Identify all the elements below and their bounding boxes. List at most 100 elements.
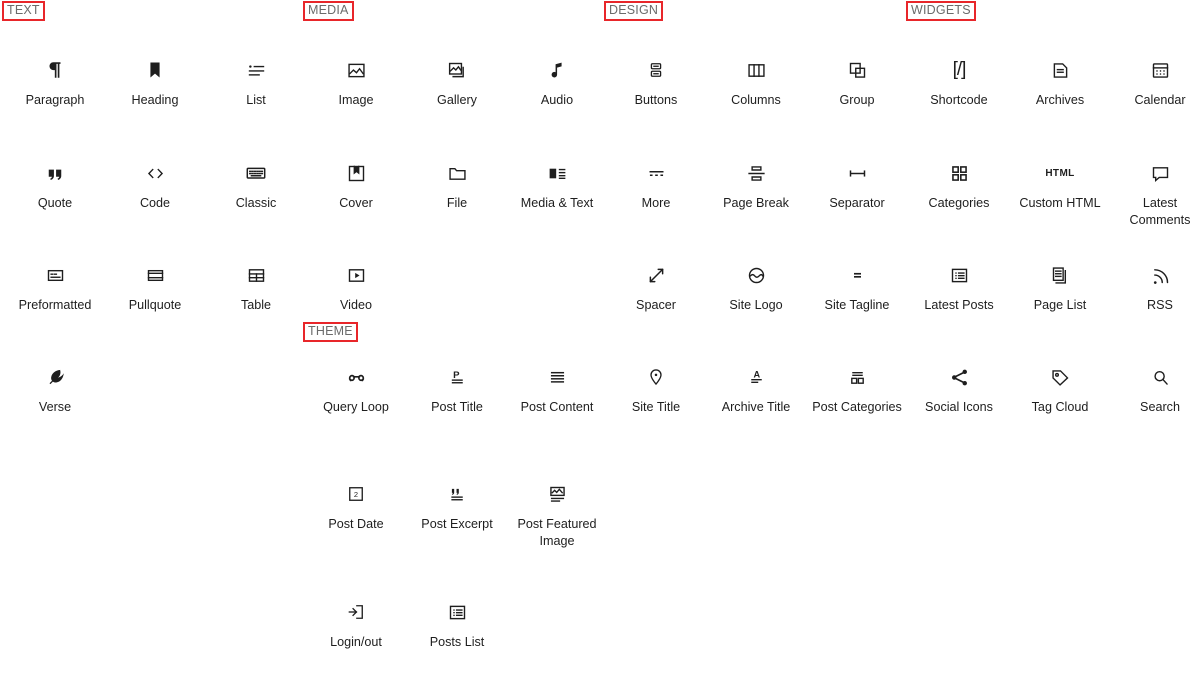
block-item-site-tagline[interactable]: Site Tagline bbox=[807, 258, 907, 314]
block-item-table[interactable]: Table bbox=[206, 258, 306, 314]
block-label: Classic bbox=[235, 196, 277, 210]
block-item-post-featured-image[interactable]: Post Featured Image bbox=[507, 477, 607, 550]
block-label: Heading bbox=[131, 93, 179, 107]
block-label: Query Loop bbox=[323, 400, 389, 414]
block-label: Search bbox=[1140, 400, 1180, 414]
block-item-site-title[interactable]: Site Title bbox=[606, 360, 706, 416]
block-item-rss[interactable]: RSS bbox=[1110, 258, 1200, 314]
block-item-social-icons[interactable]: Social Icons bbox=[909, 360, 1009, 416]
block-item-latest-comments[interactable]: Latest Comments bbox=[1110, 156, 1200, 229]
block-item-gallery[interactable]: Gallery bbox=[407, 53, 507, 109]
block-item-page-list[interactable]: Page List bbox=[1010, 258, 1110, 314]
block-item-list[interactable]: List bbox=[206, 53, 306, 109]
code-icon bbox=[105, 156, 205, 190]
block-label: Columns bbox=[731, 93, 781, 107]
block-item-classic[interactable]: Classic bbox=[206, 156, 306, 212]
block-item-post-date[interactable]: 2 Post Date bbox=[306, 477, 406, 533]
block-item-media-text[interactable]: Media & Text bbox=[507, 156, 607, 212]
block-label: Categories bbox=[928, 196, 990, 210]
block-item-preformatted[interactable]: Preformatted bbox=[5, 258, 105, 314]
table-icon bbox=[206, 258, 306, 292]
block-item-verse[interactable]: Verse bbox=[5, 360, 105, 416]
separator-icon bbox=[807, 156, 907, 190]
block-item-buttons[interactable]: Buttons bbox=[606, 53, 706, 109]
block-item-image[interactable]: Image bbox=[306, 53, 406, 109]
calendar-icon bbox=[1110, 53, 1200, 87]
archives-icon bbox=[1010, 53, 1110, 87]
post-categories-icon bbox=[807, 360, 907, 394]
block-label: Group bbox=[839, 93, 875, 107]
block-item-tag-cloud[interactable]: Tag Cloud bbox=[1010, 360, 1110, 416]
block-item-post-excerpt[interactable]: Post Excerpt bbox=[407, 477, 507, 533]
block-item-site-logo[interactable]: Site Logo bbox=[706, 258, 806, 314]
block-item-quote[interactable]: Quote bbox=[5, 156, 105, 212]
block-label: RSS bbox=[1147, 298, 1173, 312]
block-item-post-categories[interactable]: Post Categories bbox=[807, 360, 907, 416]
spacer-arrows-icon bbox=[606, 258, 706, 292]
block-item-columns[interactable]: Columns bbox=[706, 53, 806, 109]
categories-grid-icon bbox=[909, 156, 1009, 190]
more-icon bbox=[606, 156, 706, 190]
block-item-latest-posts[interactable]: Latest Posts bbox=[909, 258, 1009, 314]
post-featured-image-icon bbox=[507, 477, 607, 511]
block-item-paragraph[interactable]: Paragraph bbox=[5, 53, 105, 109]
block-label: Archives bbox=[1035, 93, 1085, 107]
block-item-video[interactable]: Video bbox=[306, 258, 406, 314]
category-label-widgets: WIDGETS bbox=[906, 1, 976, 21]
block-item-cover[interactable]: Cover bbox=[306, 156, 406, 212]
block-item-group[interactable]: Group bbox=[807, 53, 907, 109]
block-item-file[interactable]: File bbox=[407, 156, 507, 212]
block-item-code[interactable]: Code bbox=[105, 156, 205, 212]
block-label: Preformatted bbox=[18, 298, 92, 312]
latest-posts-icon bbox=[909, 258, 1009, 292]
file-folder-icon bbox=[407, 156, 507, 190]
block-label: Site Tagline bbox=[824, 298, 890, 312]
block-label: Page Break bbox=[723, 196, 789, 210]
block-label: Latest Posts bbox=[924, 298, 994, 312]
post-title-icon: P bbox=[407, 360, 507, 394]
block-label: Post Title bbox=[431, 400, 483, 414]
category-label-text: TEXT bbox=[2, 1, 45, 21]
group-icon bbox=[807, 53, 907, 87]
block-item-archives[interactable]: Archives bbox=[1010, 53, 1110, 109]
block-item-separator[interactable]: Separator bbox=[807, 156, 907, 212]
block-item-page-break[interactable]: Page Break bbox=[706, 156, 806, 212]
block-item-login-out[interactable]: Login/out bbox=[306, 595, 406, 651]
block-item-categories[interactable]: Categories bbox=[909, 156, 1009, 212]
block-item-posts-list[interactable]: Posts List bbox=[407, 595, 507, 651]
block-label: Latest Comments bbox=[1129, 196, 1191, 227]
block-item-audio[interactable]: Audio bbox=[507, 53, 607, 109]
block-item-custom-html[interactable]: HTML Custom HTML bbox=[1010, 156, 1110, 212]
block-item-calendar[interactable]: Calendar bbox=[1110, 53, 1200, 109]
block-item-more[interactable]: More bbox=[606, 156, 706, 212]
image-icon bbox=[306, 53, 406, 87]
post-excerpt-icon bbox=[407, 477, 507, 511]
block-item-post-content[interactable]: Post Content bbox=[507, 360, 607, 416]
block-label: Login/out bbox=[330, 635, 382, 649]
rss-icon bbox=[1110, 258, 1200, 292]
block-label: Gallery bbox=[437, 93, 477, 107]
block-label: Post Excerpt bbox=[421, 517, 493, 531]
block-label: Table bbox=[240, 298, 272, 312]
site-logo-icon bbox=[706, 258, 806, 292]
block-label: Site Logo bbox=[729, 298, 783, 312]
block-item-heading[interactable]: Heading bbox=[105, 53, 205, 109]
block-item-query-loop[interactable]: Query Loop bbox=[306, 360, 406, 416]
block-label: Cover bbox=[339, 196, 373, 210]
block-label: Separator bbox=[829, 196, 885, 210]
block-label: Buttons bbox=[634, 93, 678, 107]
list-icon bbox=[206, 53, 306, 87]
page-list-icon bbox=[1010, 258, 1110, 292]
login-icon bbox=[306, 595, 406, 629]
block-label: Image bbox=[338, 93, 374, 107]
site-title-pin-icon bbox=[606, 360, 706, 394]
block-item-archive-title[interactable]: A Archive Title bbox=[706, 360, 806, 416]
block-item-spacer[interactable]: Spacer bbox=[606, 258, 706, 314]
block-label: Paragraph bbox=[25, 93, 85, 107]
video-icon bbox=[306, 258, 406, 292]
block-item-search[interactable]: Search bbox=[1110, 360, 1200, 416]
block-item-pullquote[interactable]: Pullquote bbox=[105, 258, 205, 314]
block-item-shortcode[interactable]: [/] Shortcode bbox=[909, 53, 1009, 109]
archive-title-icon: A bbox=[706, 360, 806, 394]
block-item-post-title[interactable]: P Post Title bbox=[407, 360, 507, 416]
